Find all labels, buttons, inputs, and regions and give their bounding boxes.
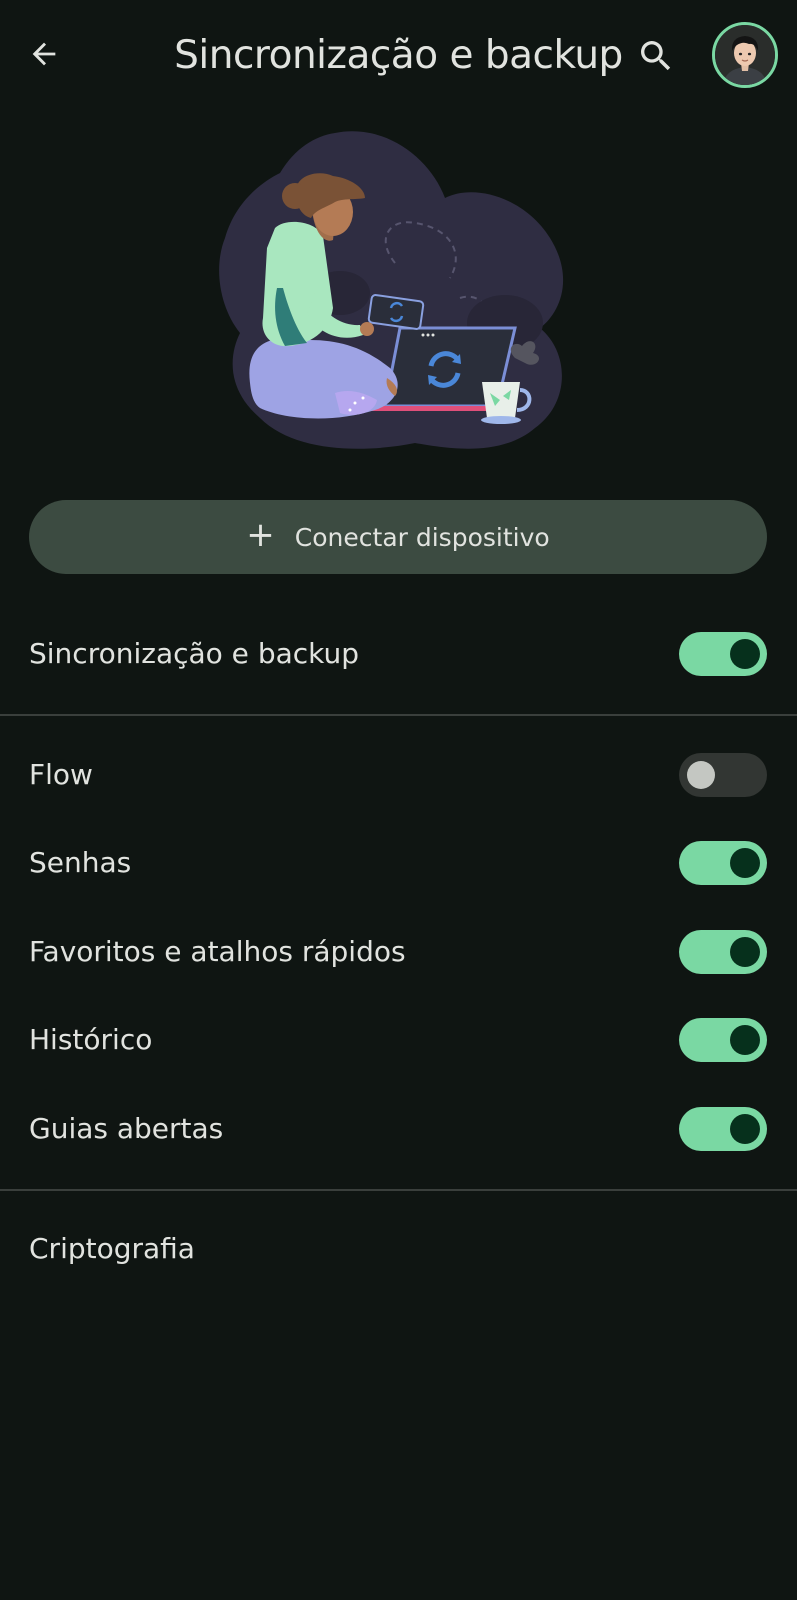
divider [0, 1189, 797, 1191]
switch-knob [730, 937, 760, 967]
user-avatar-icon [715, 25, 775, 85]
item-guias-row[interactable]: Guias abertas [0, 1089, 797, 1169]
connect-device-button[interactable]: + Conectar dispositivo [29, 500, 767, 574]
switch-knob [730, 1114, 760, 1144]
switch-knob [687, 761, 715, 789]
search-icon [641, 41, 671, 71]
item-historico-row[interactable]: Histórico [0, 1000, 797, 1080]
sync-illustration [215, 128, 585, 458]
sync-backup-row[interactable]: Sincronização e backup [0, 614, 797, 694]
item-senhas-row[interactable]: Senhas [0, 823, 797, 903]
item-flow-row[interactable]: Flow [0, 735, 797, 815]
divider [0, 714, 797, 716]
item-favoritos-switch[interactable] [679, 930, 767, 974]
sync-backup-label: Sincronização e backup [29, 637, 360, 670]
connect-device-label: Conectar dispositivo [294, 522, 550, 552]
item-flow-switch[interactable] [679, 753, 767, 797]
item-historico-label: Histórico [29, 1023, 153, 1056]
sync-backup-switch[interactable] [679, 632, 767, 676]
switch-knob [730, 848, 760, 878]
plus-icon: + [246, 515, 275, 555]
item-flow-label: Flow [29, 758, 93, 791]
app-bar: Sincronização e backup [0, 0, 797, 112]
switch-knob [730, 639, 760, 669]
avatar[interactable] [712, 22, 778, 88]
encryption-label: Criptografia [29, 1232, 195, 1265]
search-button[interactable] [632, 32, 680, 80]
switch-knob [730, 1025, 760, 1055]
item-senhas-switch[interactable] [679, 841, 767, 885]
encryption-row[interactable]: Criptografia [0, 1209, 797, 1289]
item-historico-switch[interactable] [679, 1018, 767, 1062]
item-guias-switch[interactable] [679, 1107, 767, 1151]
item-favoritos-label: Favoritos e atalhos rápidos [29, 935, 406, 968]
item-favoritos-row[interactable]: Favoritos e atalhos rápidos [0, 912, 797, 992]
item-senhas-label: Senhas [29, 846, 132, 879]
item-guias-label: Guias abertas [29, 1112, 224, 1145]
